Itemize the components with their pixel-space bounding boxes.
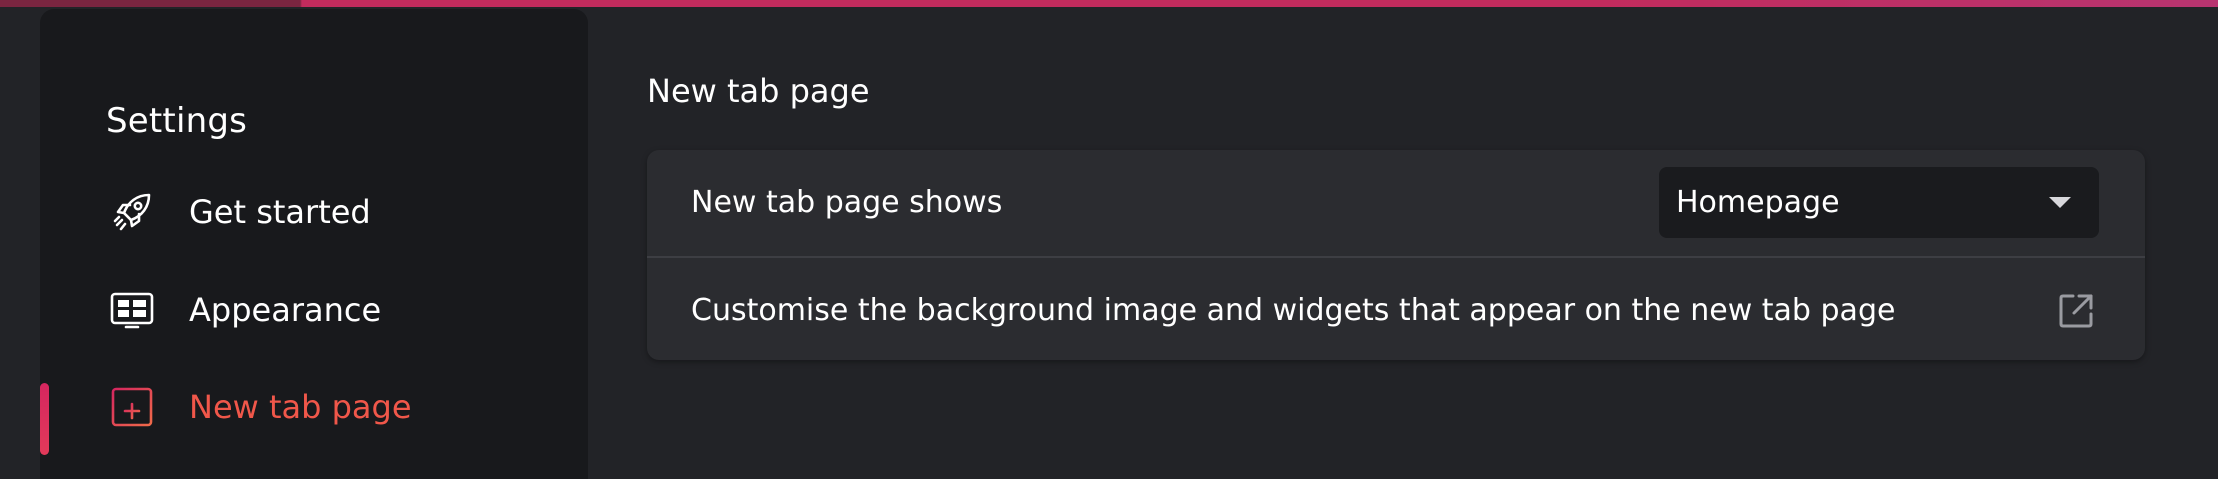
settings-card: New tab page shows Homepage Customise th…: [647, 150, 2145, 360]
top-accent-bar: [0, 0, 2218, 7]
rocket-icon: [108, 188, 156, 236]
sidebar-item-label: Appearance: [189, 291, 382, 329]
setting-label: Customise the background image and widge…: [691, 293, 1896, 328]
setting-label: New tab page shows: [691, 185, 1003, 220]
sidebar-item-get-started[interactable]: Get started: [40, 172, 588, 252]
appearance-icon: [108, 286, 156, 334]
active-indicator: [40, 383, 49, 455]
select-value: Homepage: [1676, 185, 1840, 220]
setting-row-new-tab-page-shows: New tab page shows Homepage: [647, 150, 2145, 255]
new-tab-page-shows-select[interactable]: Homepage: [1659, 167, 2099, 238]
sidebar-item-appearance[interactable]: Appearance: [40, 270, 588, 350]
settings-sidebar: Settings Get started Appearance New tab …: [40, 9, 588, 479]
chevron-down-icon: [2049, 197, 2071, 208]
new-tab-page-icon: [108, 383, 156, 431]
page-title: New tab page: [647, 72, 870, 110]
external-link-icon[interactable]: [2057, 292, 2095, 330]
sidebar-title: Settings: [106, 101, 248, 141]
setting-row-customise-new-tab[interactable]: Customise the background image and widge…: [647, 258, 2145, 363]
sidebar-item-label: Get started: [189, 193, 371, 231]
sidebar-item-label: New tab page: [189, 388, 412, 426]
sidebar-item-new-tab-page[interactable]: New tab page: [40, 367, 588, 455]
